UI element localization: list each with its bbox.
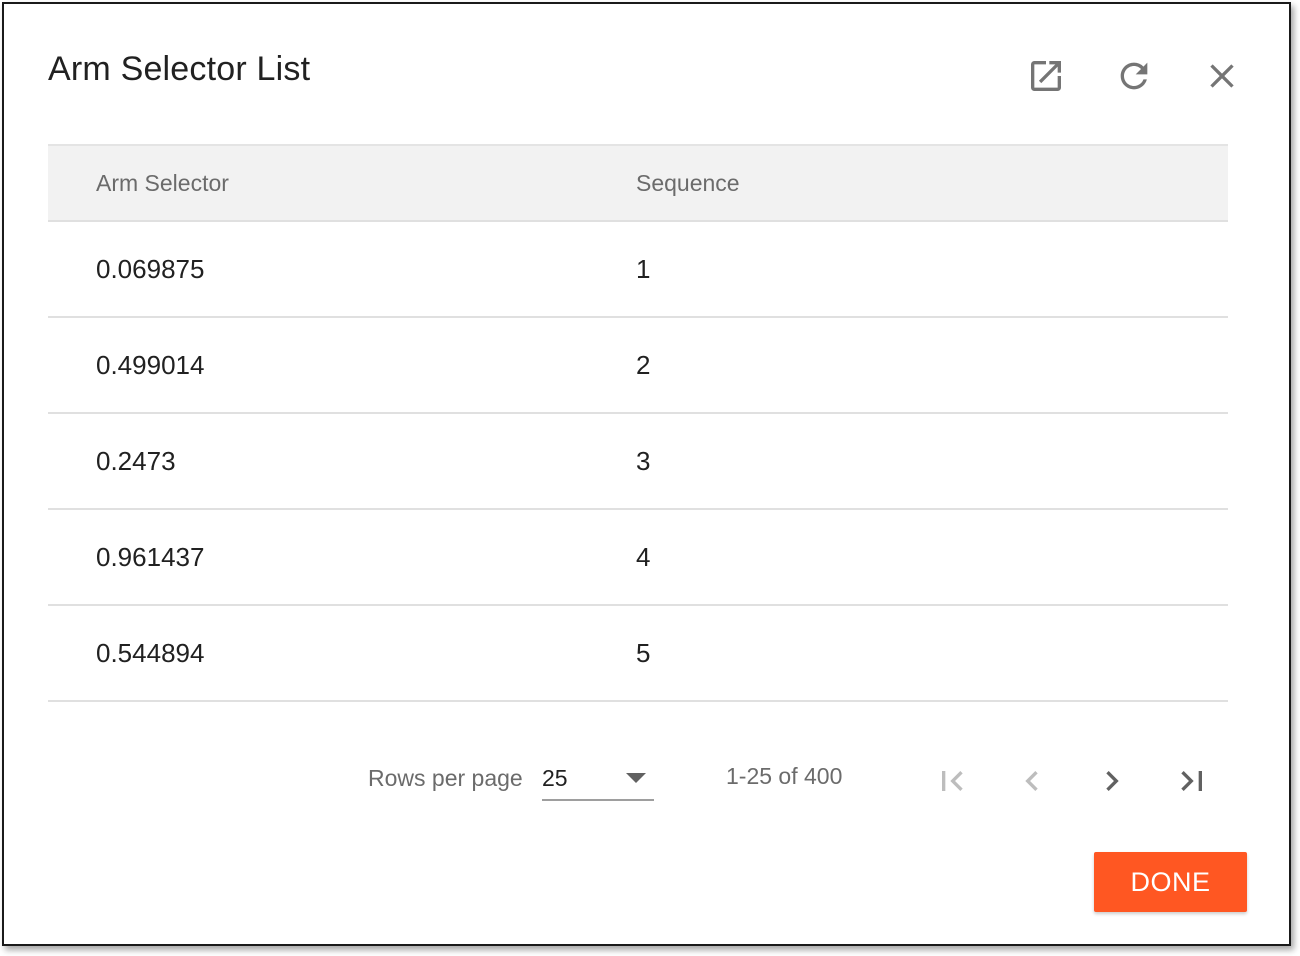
- cell-sequence: 5: [636, 637, 651, 668]
- page-range-text: 1-25 of 400: [726, 763, 843, 789]
- rows-per-page-select[interactable]: 25: [542, 759, 654, 801]
- table-row[interactable]: 0.069875 1: [48, 222, 1228, 318]
- rows-per-page-value: 25: [542, 765, 568, 791]
- cell-sequence: 1: [636, 253, 651, 284]
- pagination-bar: Rows per page 25 1-25 of 400: [4, 759, 1289, 803]
- column-header-sequence[interactable]: Sequence: [636, 170, 740, 197]
- refresh-icon[interactable]: [1112, 54, 1156, 98]
- next-page-icon[interactable]: [1090, 759, 1134, 803]
- rows-per-page-label: Rows per page: [368, 765, 523, 791]
- chevron-down-icon: [626, 773, 646, 783]
- first-page-icon[interactable]: [930, 759, 974, 803]
- cell-arm-selector: 0.2473: [96, 445, 176, 476]
- open-in-new-icon[interactable]: [1024, 54, 1068, 98]
- table-row[interactable]: 0.961437 4: [48, 510, 1228, 606]
- previous-page-icon[interactable]: [1010, 759, 1054, 803]
- cell-arm-selector: 0.069875: [96, 253, 205, 284]
- cell-arm-selector: 0.499014: [96, 349, 205, 380]
- arm-selector-table: Arm Selector Sequence 0.069875 1 0.49901…: [48, 144, 1228, 702]
- column-header-arm-selector[interactable]: Arm Selector: [96, 170, 229, 197]
- cell-arm-selector: 0.544894: [96, 637, 205, 668]
- arm-selector-dialog: Arm Selector List Arm Selector Sequence …: [2, 2, 1291, 946]
- cell-sequence: 4: [636, 541, 651, 572]
- done-button[interactable]: DONE: [1094, 852, 1247, 912]
- cell-sequence: 3: [636, 445, 651, 476]
- cell-sequence: 2: [636, 349, 651, 380]
- dialog-title: Arm Selector List: [48, 50, 311, 88]
- close-icon[interactable]: [1200, 54, 1244, 98]
- last-page-icon[interactable]: [1170, 759, 1214, 803]
- table-row[interactable]: 0.2473 3: [48, 414, 1228, 510]
- table-row[interactable]: 0.544894 5: [48, 606, 1228, 702]
- table-row[interactable]: 0.499014 2: [48, 318, 1228, 414]
- cell-arm-selector: 0.961437: [96, 541, 205, 572]
- table-header: Arm Selector Sequence: [48, 144, 1228, 222]
